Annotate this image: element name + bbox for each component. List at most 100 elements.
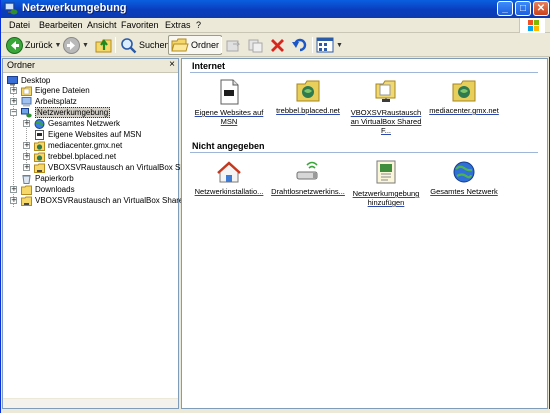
tree-label: Eigene Dateien [35,86,90,95]
tree-item-entire-network[interactable]: Gesamtes Netzwerk [34,118,120,129]
minimize-button[interactable]: _ [497,1,513,16]
msn-websites-icon [35,129,44,140]
item-mediacenter[interactable]: mediacenter.gmx.net [427,79,501,115]
item-network-setup[interactable]: Netzwerkinstallatio... [192,160,266,196]
forward-arrow-icon [63,36,80,54]
menu-bar: Datei Bearbeiten Ansicht Favoriten Extra… [1,18,550,33]
tree-item-my-documents[interactable]: Eigene Dateien [21,85,90,96]
item-label: Drahtlosnetzwerkins... [271,187,345,196]
move-to-icon [226,40,241,51]
explorer-window: Netzwerkumgebung _ □ ✕ Datei Bearbeiten … [0,0,550,413]
tree-expander[interactable]: + [23,153,30,160]
chevron-down-icon[interactable]: ▼ [55,42,62,49]
group-divider [190,72,538,73]
folders-icon [171,38,189,52]
item-label: Eigene Websites auf MSN [194,108,264,126]
folders-label: Ordner [191,40,220,50]
maximize-button[interactable]: □ [515,1,531,16]
tree-item-network-places[interactable]: Netzwerkumgebung [21,107,111,118]
tree-item-msn-websites[interactable]: Eigene Websites auf MSN [34,129,141,140]
tree-expander[interactable]: + [10,87,17,94]
tree-item-vbox-share[interactable]: VBOXSVRaustausch an VirtualBox Share [34,162,196,173]
tree-expander[interactable]: + [23,120,30,127]
back-button[interactable]: Zurück ▼ [6,35,61,55]
web-folder-icon [34,141,45,151]
tree-label: Netzwerkumgebung [35,107,111,118]
entire-network-icon [34,118,45,129]
my-computer-icon [21,96,32,106]
tree-expander[interactable]: + [23,142,30,149]
content-pane: Internet Eigene Websites auf MSN trebbel… [181,58,548,409]
web-folder-icon [452,80,476,102]
tree-item-mediacenter[interactable]: mediacenter.gmx.net [34,140,122,151]
toolbar-separator [115,37,116,53]
undo-button[interactable] [291,35,308,55]
menu-tools[interactable]: Extras [165,20,191,30]
title-bar[interactable]: Netzwerkumgebung _ □ ✕ [1,0,550,18]
desktop-icon [7,75,18,85]
copy-to-button[interactable] [247,35,264,55]
tree-label: Downloads [35,185,75,194]
menu-favorites[interactable]: Favoriten [121,20,159,30]
delete-icon [271,38,284,52]
tree-item-trebbel[interactable]: trebbel.bplaced.net [34,151,116,162]
entire-network-icon [453,161,475,183]
tree-label: mediacenter.gmx.net [48,141,123,150]
tree-expander[interactable]: + [10,98,17,105]
menu-edit[interactable]: Bearbeiten [39,20,83,30]
item-entire-network[interactable]: Gesamtes Netzwerk [427,160,501,196]
windows-logo-icon [519,18,545,33]
chevron-down-icon[interactable]: ▼ [82,42,89,49]
tree-item-my-computer[interactable]: Arbeitsplatz [21,96,77,107]
menu-view[interactable]: Ansicht [87,20,117,30]
web-folder-icon [34,152,45,162]
tree-expander[interactable]: − [10,109,17,116]
share-folder-icon [34,163,45,173]
tree-item-vbox-share-root[interactable]: VBOXSVRaustausch an VirtualBox Shared Fo [21,195,199,206]
chevron-down-icon[interactable]: ▼ [336,42,343,49]
horizontal-scrollbar[interactable] [3,398,178,408]
close-button[interactable]: ✕ [533,1,549,16]
copy-to-icon [248,39,263,52]
item-label: VBOXSVRaustausch an VirtualBox Shared F.… [350,108,422,135]
close-pane-icon[interactable]: × [169,59,175,70]
wireless-setup-icon [296,161,318,180]
toolbar-separator [221,37,222,53]
up-folder-button[interactable] [95,35,113,55]
delete-button[interactable] [269,35,286,55]
tree-item-downloads[interactable]: Downloads [21,184,75,195]
item-vbox-share[interactable]: VBOXSVRaustausch an VirtualBox Shared F.… [349,79,423,135]
tree-label: trebbel.bplaced.net [48,152,117,161]
folders-button[interactable]: Ordner [168,35,223,55]
item-wireless-setup[interactable]: Drahtlosnetzwerkins... [271,160,345,196]
forward-button[interactable]: ▼ [63,35,89,55]
network-places-icon [4,2,18,15]
folder-pane-title: Ordner [7,60,36,70]
tree-expander[interactable]: + [23,164,30,171]
tree-expander[interactable]: + [10,197,17,204]
menu-help[interactable]: ? [196,20,201,30]
item-msn-websites[interactable]: Eigene Websites auf MSN [192,79,266,126]
undo-icon [292,38,307,51]
item-label: mediacenter.gmx.net [429,106,499,115]
item-trebbel[interactable]: trebbel.bplaced.net [271,79,345,115]
toolbar-separator [312,37,313,53]
folder-icon [21,185,32,195]
folder-pane-header: Ordner × [3,59,178,73]
tree-item-recycle-bin[interactable]: Papierkorb [21,173,74,184]
item-add-network-place[interactable]: Netzwerkumgebung hinzufügen [349,160,423,207]
back-label: Zurück [25,40,53,50]
tree-expander[interactable]: + [10,186,17,193]
move-to-button[interactable] [225,35,242,55]
item-label: Netzwerkinstallatio... [194,187,264,196]
web-folder-icon [296,80,320,102]
views-button[interactable]: ▼ [316,35,343,55]
share-folder-icon [375,80,396,102]
search-label: Suchen [139,40,170,50]
my-documents-icon [21,86,32,96]
up-folder-icon [95,39,112,53]
recycle-bin-icon [22,174,31,184]
search-button[interactable]: Suchen [120,35,170,55]
menu-file[interactable]: Datei [9,20,30,30]
window-title: Netzwerkumgebung [22,2,127,14]
